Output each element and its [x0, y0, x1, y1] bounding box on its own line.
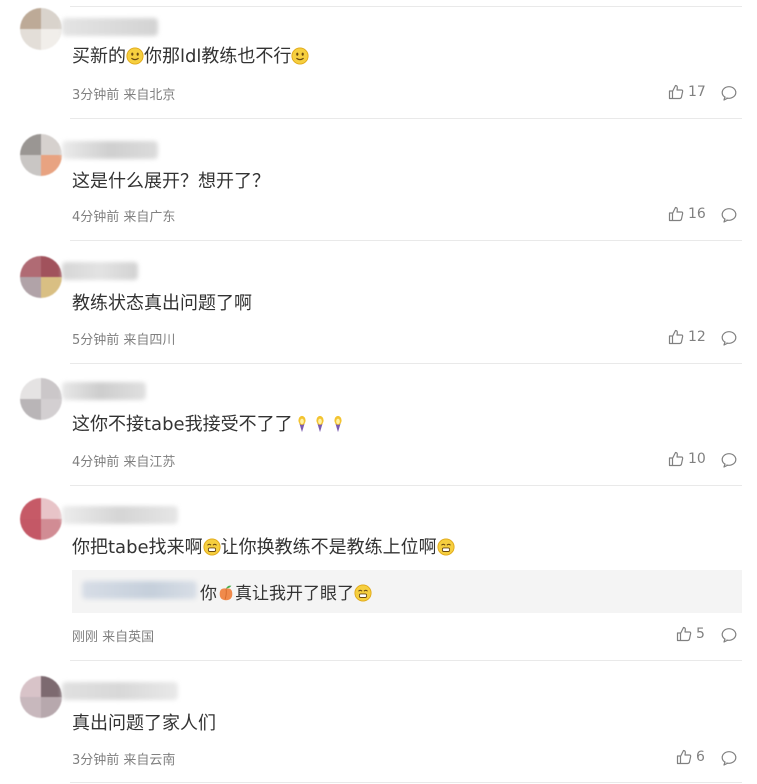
timestamp: 刚刚: [72, 630, 99, 645]
comment-text: 你把tabe找来啊 让你换教练不是教练上位啊: [72, 536, 455, 560]
username-redacted[interactable]: [62, 141, 158, 159]
avatar[interactable]: [20, 134, 62, 176]
like-button[interactable]: 12: [668, 329, 706, 345]
quoted-username-redacted[interactable]: [82, 581, 197, 599]
comment-bubble-icon[interactable]: [721, 627, 737, 643]
avatar[interactable]: [20, 498, 62, 540]
divider: [70, 118, 742, 119]
location: 来自四川: [123, 333, 176, 348]
location: 来自江苏: [123, 455, 176, 470]
torch-emoji-icon: [333, 415, 342, 433]
comment-meta: 4分钟前 来自广东: [72, 206, 175, 225]
quoted-reply[interactable]: 你真让我开了眼了: [72, 570, 742, 613]
like-button[interactable]: 16: [668, 206, 706, 222]
like-button[interactable]: 17: [668, 84, 706, 100]
like-button[interactable]: 6: [676, 749, 705, 765]
location: 来自北京: [123, 88, 176, 103]
timestamp: 4分钟前: [72, 210, 120, 225]
divider: [70, 782, 742, 783]
comment-meta: 5分钟前 来自四川: [72, 329, 175, 348]
comment-text: 教练状态真出问题了啊: [72, 293, 252, 314]
comment-meta: 刚刚 来自英国: [72, 626, 154, 645]
grin-emoji-icon: [203, 538, 221, 556]
location: 来自云南: [123, 753, 176, 768]
divider: [70, 240, 742, 241]
location: 来自广东: [123, 210, 176, 225]
divider: [70, 363, 742, 364]
comment-text: 这是什么展开？想开了？: [72, 171, 270, 192]
like-count: 6: [696, 749, 705, 765]
avatar[interactable]: [20, 676, 62, 718]
avatar[interactable]: [20, 8, 62, 50]
grin-emoji-icon: [354, 584, 372, 602]
comment-meta: 4分钟前 来自江苏: [72, 451, 175, 470]
like-count: 5: [696, 626, 705, 642]
username-redacted[interactable]: [62, 682, 178, 700]
comment-bubble-icon[interactable]: [721, 452, 737, 468]
torch-emoji-icon: [297, 415, 306, 433]
comment-text: 真出问题了家人们: [72, 713, 216, 734]
thumbs-up-icon: [676, 749, 692, 765]
thumbs-up-icon: [668, 84, 684, 100]
comment-meta: 3分钟前 来自北京: [72, 84, 175, 103]
like-count: 10: [688, 451, 706, 467]
comment-bubble-icon[interactable]: [721, 85, 737, 101]
thumbs-up-icon: [668, 451, 684, 467]
comment-list: 买新的 你那ldl教练也不行 3分钟前 来自北京 17 这是什么展开？想开了？ 4…: [0, 0, 757, 784]
username-redacted[interactable]: [62, 382, 146, 400]
comment-bubble-icon[interactable]: [721, 207, 737, 223]
like-count: 12: [688, 329, 706, 345]
torch-emoji-icon: [315, 415, 324, 433]
timestamp: 3分钟前: [72, 88, 120, 103]
thumbs-up-icon: [676, 626, 692, 642]
like-count: 16: [688, 206, 706, 222]
comment-text: 这你不接tabe我接受不了了: [72, 413, 347, 437]
timestamp: 5分钟前: [72, 333, 120, 348]
like-count: 17: [688, 84, 706, 100]
location: 来自英国: [102, 630, 155, 645]
comment-meta: 3分钟前 来自云南: [72, 749, 175, 768]
timestamp: 4分钟前: [72, 455, 120, 470]
thumbs-up-icon: [668, 329, 684, 345]
username-redacted[interactable]: [62, 18, 158, 36]
grin-emoji-icon: [437, 538, 455, 556]
comment-bubble-icon[interactable]: [721, 750, 737, 766]
username-redacted[interactable]: [62, 506, 178, 524]
peach-emoji-icon: [219, 585, 233, 601]
avatar[interactable]: [20, 378, 62, 420]
like-button[interactable]: 5: [676, 626, 705, 642]
username-redacted[interactable]: [62, 262, 138, 280]
like-button[interactable]: 10: [668, 451, 706, 467]
smile-emoji-icon: [126, 47, 144, 65]
avatar[interactable]: [20, 256, 62, 298]
thumbs-up-icon: [668, 206, 684, 222]
smile-emoji-icon: [291, 47, 309, 65]
divider: [70, 660, 742, 661]
divider: [70, 6, 742, 7]
comment-bubble-icon[interactable]: [721, 330, 737, 346]
divider: [70, 485, 742, 486]
comment-text: 买新的 你那ldl教练也不行: [72, 45, 309, 69]
quoted-reply-text: 你真让我开了眼了: [200, 579, 372, 604]
timestamp: 3分钟前: [72, 753, 120, 768]
